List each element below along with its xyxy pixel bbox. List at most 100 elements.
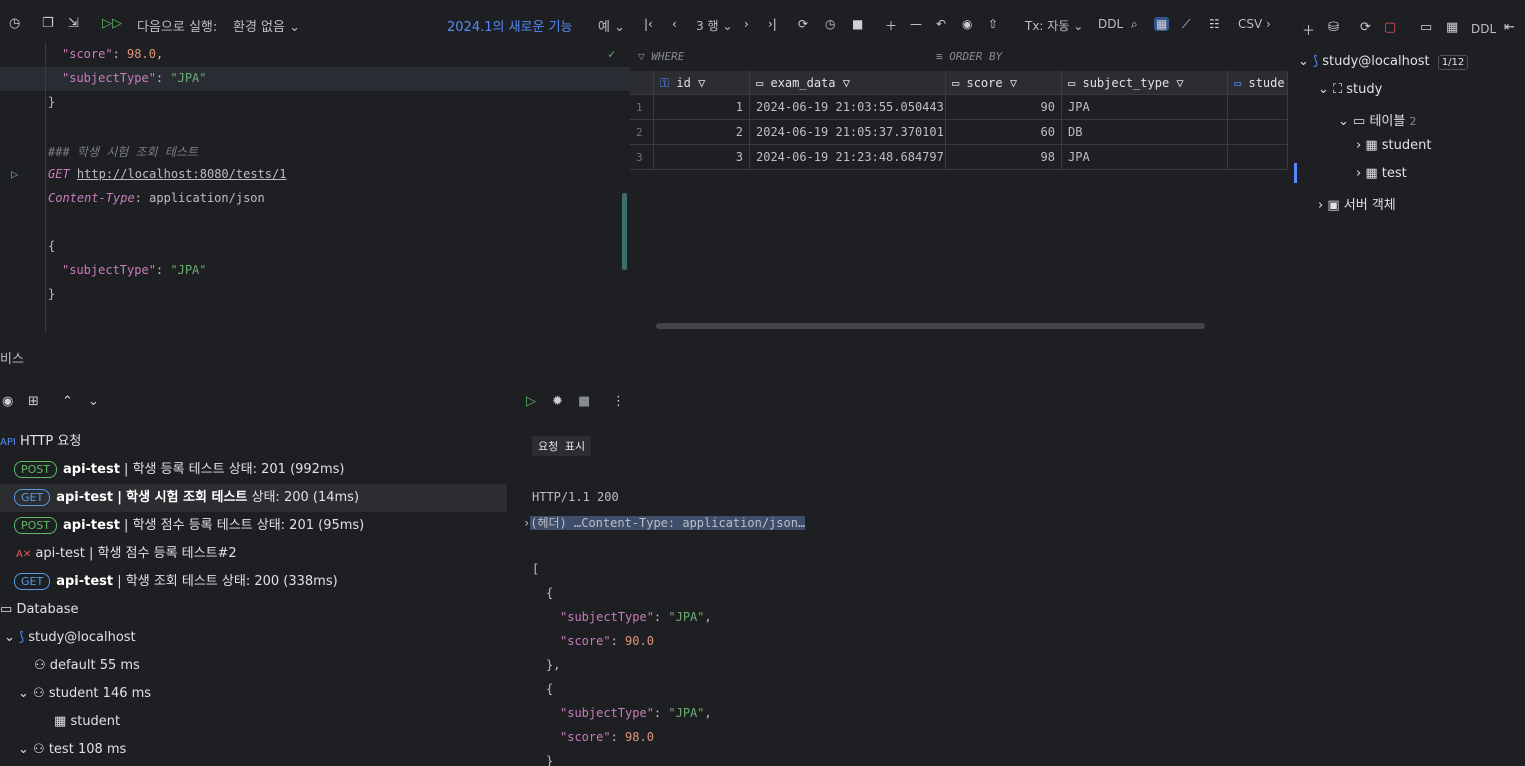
tx-mode-select[interactable]: Tx: 자동 ⌄ [1025,17,1083,34]
tree-database[interactable]: ▭ Database [0,596,78,624]
request-item[interactable]: GET api-test | 학생 조회 테스트 상태: 200 (338ms) [14,568,338,596]
copy-icon[interactable]: ❐ [42,16,54,31]
tree-db-connection[interactable]: ⌄ ⟆ study@localhost [4,624,136,652]
tree-server-objects[interactable]: › ▣ 서버 객체 [1318,194,1396,213]
tree-table-student[interactable]: ▦ student [54,708,120,736]
debug-icon[interactable]: ✹ [552,394,563,409]
convert-icon[interactable]: ⇲ [68,16,79,31]
clock-icon[interactable]: ◷ [825,17,835,31]
run-icon[interactable]: ▷ [526,394,536,409]
history-icon[interactable]: ◷ [9,16,20,31]
search-icon[interactable]: ⌕ [1131,17,1138,32]
cell-subject-type[interactable]: JPA [1062,95,1228,120]
export-format-select[interactable]: CSV › [1238,17,1271,31]
code-line: { [546,586,554,600]
table-icon: ▦ [54,714,67,729]
session-icon: ⚇ [33,686,45,701]
cell-student[interactable] [1228,145,1288,170]
tree-session-default[interactable]: ⚇ default 55 ms [34,652,140,680]
where-filter[interactable]: ▽ WHERE [638,50,684,63]
tree-session-test[interactable]: ⌄ ⚇ test 108 ms [18,736,126,764]
cell-score[interactable]: 60 [946,120,1062,145]
transpose-icon[interactable]: ☷ [1209,17,1220,31]
cell-exam-data[interactable]: 2024-06-19 21:05:37.370101 [750,120,946,145]
new-tab-icon[interactable]: ⊞ [28,394,39,409]
ddl-button[interactable]: DDL [1098,17,1123,31]
column-header-score[interactable]: ▭ score ▽ [946,71,1062,95]
folder-icon: ▭ [1353,114,1366,129]
cell-student[interactable] [1228,95,1288,120]
add-row-icon[interactable]: ＋ [885,17,897,34]
column-header-exam-data[interactable]: ▭ exam_data ▽ [750,71,946,95]
cell-exam-data[interactable]: 2024-06-19 21:03:55.050443 [750,95,946,120]
cell-subject-type[interactable]: JPA [1062,145,1228,170]
filter-icon: ▽ [698,76,706,90]
disconnect-icon[interactable]: ▢ [1384,20,1396,35]
collapse-all-icon[interactable]: ⌄ [88,394,99,409]
request-item[interactable]: A✕ api-test | 학생 점수 등록 테스트#2 [16,540,237,568]
environment-select[interactable]: 환경 없음 ⌄ [233,16,300,35]
run-with-label: 다음으로 실행: [137,20,218,35]
eye-icon[interactable]: ◉ [2,394,13,409]
row-count-select[interactable]: 3 행 ⌄ [696,17,732,34]
chart-icon[interactable]: ⟋ [1182,17,1190,32]
tree-http-requests[interactable]: API HTTP 요청 [0,428,81,456]
grid-view-icon[interactable]: ▦ [1154,17,1170,31]
cell-exam-data[interactable]: 2024-06-19 21:23:48.684797 [750,145,946,170]
tree-table-test[interactable]: › ▦ test [1356,166,1407,181]
stop-icon[interactable]: ■ [852,17,863,31]
add-icon[interactable]: ＋ [1302,20,1315,39]
stop-icon[interactable]: ■ [578,394,590,409]
request-item[interactable]: POST api-test | 학생 등록 테스트 상태: 201 (992ms) [14,456,344,484]
run-request-icon[interactable]: ▷ [11,167,18,181]
revert-icon[interactable]: ↶ [936,17,946,31]
cell-id[interactable]: 3 [654,145,750,170]
response-view[interactable]: 요청 표시 HTTP/1.1 200 ›(헤더) …Content-Type: … [520,428,1525,766]
tree-session-student[interactable]: ⌄ ⚇ student 146 ms [18,680,151,708]
order-by-filter[interactable]: ≡ ORDER BY [936,50,1002,63]
prev-page-icon[interactable]: ‹ [672,17,677,31]
cell-subject-type[interactable]: DB [1062,120,1228,145]
tree-schema[interactable]: ⌄ ⛶ study [1318,82,1382,97]
cell-score[interactable]: 90 [946,95,1062,120]
cell-id[interactable]: 1 [654,95,750,120]
selection-marker [1294,163,1297,183]
last-page-icon[interactable]: ›| [768,17,777,31]
datasource-icon[interactable]: ⛁ [1328,20,1339,35]
column-header-id[interactable]: ⚿ id ▽ [654,71,750,95]
http-editor[interactable]: "score": 98.0, ✓ "subjectType": "JPA" } … [0,42,630,332]
code-line: "score": 90.0 [560,634,654,648]
refresh-icon[interactable]: ⟳ [798,17,808,31]
submit-icon[interactable]: ⇧ [988,17,998,31]
request-item[interactable]: POST api-test | 학생 점수 등록 테스트 상태: 201 (95m… [14,512,364,540]
cell-id[interactable]: 2 [654,120,750,145]
cell-student[interactable] [1228,120,1288,145]
remove-row-icon[interactable]: — [910,17,922,31]
collapse-icon[interactable]: ⇤ [1504,20,1515,35]
more-icon[interactable]: ⋮ [612,394,625,409]
tree-connection[interactable]: ⌄ ⟆ study@localhost 1/12 [1298,54,1469,70]
editor-scrollbar[interactable] [622,193,627,270]
tree-table-student[interactable]: › ▦ student [1356,138,1431,153]
code-line: } [48,95,56,109]
request-item-selected[interactable]: GET api-test | 학생 시험 조회 테스트 상태: 200 (14ms… [14,484,359,512]
ddl-button[interactable]: DDL [1471,22,1496,36]
column-header-student[interactable]: ▭ stude [1228,71,1288,95]
preview-icon[interactable]: ◉ [962,17,972,31]
column-header-subject-type[interactable]: ▭ subject_type ▽ [1062,71,1228,95]
next-page-icon[interactable]: › [744,17,749,31]
cell-score[interactable]: 98 [946,145,1062,170]
show-request-button[interactable]: 요청 표시 [532,436,592,456]
refresh-icon[interactable]: ⟳ [1360,20,1371,35]
expand-all-icon[interactable]: ⌃ [62,394,73,409]
first-page-icon[interactable]: |‹ [644,17,653,31]
console-icon[interactable]: ▭ [1420,20,1432,35]
yes-button[interactable]: 예 ⌄ [598,16,625,35]
tree-tables-folder[interactable]: ⌄ ▭ 테이블 2 [1338,110,1417,129]
run-all-icon[interactable]: ▷▷ [102,16,122,31]
grid-horizontal-scrollbar[interactable] [656,323,1205,329]
headers-line[interactable]: ›(헤더) …Content-Type: application/json… [523,514,806,531]
table-icon[interactable]: ▦ [1446,20,1458,35]
code-line: "subjectType": "JPA" [62,71,207,85]
whats-new-link[interactable]: 2024.1의 새로운 기능 [447,16,573,35]
